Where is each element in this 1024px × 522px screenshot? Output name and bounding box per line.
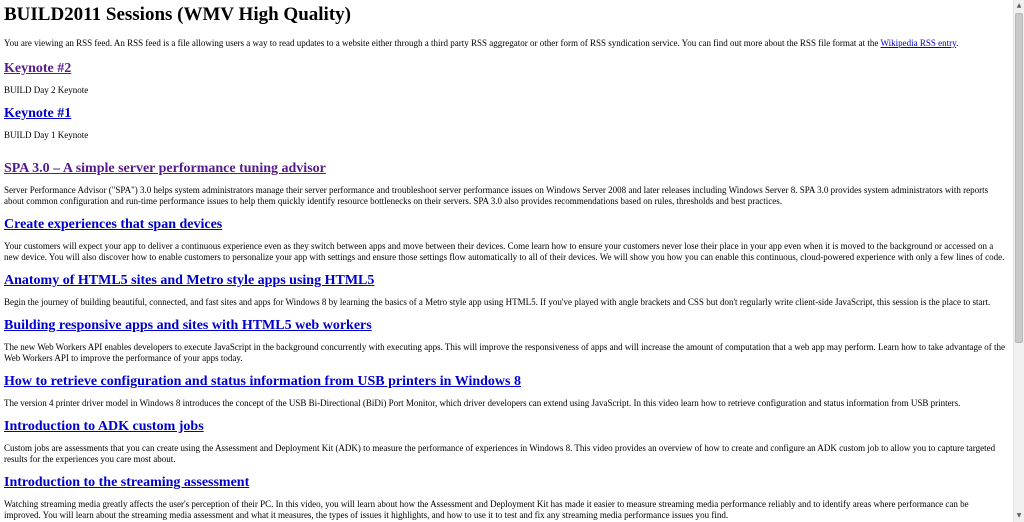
feed-item: Anatomy of HTML5 sites and Metro style a…	[4, 273, 1007, 308]
feed-item: Building responsive apps and sites with …	[4, 318, 1007, 364]
item-description: Watching streaming media greatly affects…	[4, 499, 969, 520]
item-link-usb-printers[interactable]: How to retrieve configuration and status…	[4, 374, 521, 389]
item-description: Server Performance Advisor ("SPA") 3.0 h…	[4, 185, 989, 206]
item-description: Your customers will expect your app to d…	[4, 241, 1005, 262]
item-description: BUILD Day 2 Keynote	[4, 85, 89, 95]
item-link-span-devices[interactable]: Create experiences that span devices	[4, 217, 222, 232]
feed-item: How to retrieve configuration and status…	[4, 374, 1007, 409]
item-title: Building responsive apps and sites with …	[4, 318, 1007, 334]
item-description: The version 4 printer driver model in Wi…	[4, 398, 961, 408]
feed-content: BUILD2011 Sessions (WMV High Quality) Yo…	[0, 0, 1007, 521]
scrollbar-thumb[interactable]	[1015, 13, 1023, 343]
item-title: Keynote #2	[4, 61, 1007, 77]
feed-item: SPA 3.0 – A simple server performance tu…	[4, 161, 1007, 207]
item-title: SPA 3.0 – A simple server performance tu…	[4, 161, 1007, 177]
feed-item: Create experiences that span devices You…	[4, 217, 1007, 263]
item-description: Custom jobs are assessments that you can…	[4, 443, 996, 464]
item-link-streaming-assessment[interactable]: Introduction to the streaming assessment	[4, 475, 249, 490]
wikipedia-rss-link[interactable]: Wikipedia RSS entry	[881, 38, 957, 48]
item-link-keynote-1[interactable]: Keynote #1	[4, 106, 71, 121]
feed-item: Introduction to the streaming assessment…	[4, 475, 1007, 521]
feed-intro-text: You are viewing an RSS feed. An RSS feed…	[4, 38, 881, 48]
feed-item: Keynote #1 BUILD Day 1 Keynote	[4, 106, 1007, 141]
item-title: Introduction to ADK custom jobs	[4, 419, 1007, 435]
item-description: The new Web Workers API enables develope…	[4, 342, 1006, 363]
feed-title: BUILD2011 Sessions (WMV High Quality)	[4, 4, 351, 25]
scroll-up-icon[interactable]: ▲	[1014, 0, 1024, 12]
item-title: Introduction to the streaming assessment	[4, 475, 1007, 491]
item-link-adk-custom-jobs[interactable]: Introduction to ADK custom jobs	[4, 419, 204, 434]
item-link-spa[interactable]: SPA 3.0 – A simple server performance tu…	[4, 161, 326, 176]
item-title: How to retrieve configuration and status…	[4, 374, 1007, 390]
feed-intro-end: .	[956, 38, 959, 48]
item-link-web-workers[interactable]: Building responsive apps and sites with …	[4, 318, 372, 333]
item-title: Create experiences that span devices	[4, 217, 1007, 233]
item-description: BUILD Day 1 Keynote	[4, 130, 89, 140]
item-link-keynote-2[interactable]: Keynote #2	[4, 61, 71, 76]
vertical-scrollbar[interactable]: ▲ ▼	[1013, 0, 1024, 522]
item-link-html5-anatomy[interactable]: Anatomy of HTML5 sites and Metro style a…	[4, 273, 374, 288]
scroll-down-icon[interactable]: ▼	[1014, 510, 1024, 522]
feed-item: Introduction to ADK custom jobs Custom j…	[4, 419, 1007, 465]
feed-intro: You are viewing an RSS feed. An RSS feed…	[4, 38, 1007, 49]
item-description: Begin the journey of building beautiful,…	[4, 297, 991, 307]
feed-item: Keynote #2 BUILD Day 2 Keynote	[4, 61, 1007, 96]
item-title: Keynote #1	[4, 106, 1007, 122]
item-title: Anatomy of HTML5 sites and Metro style a…	[4, 273, 1007, 289]
rss-feed-page: BUILD2011 Sessions (WMV High Quality) Yo…	[0, 0, 1013, 522]
